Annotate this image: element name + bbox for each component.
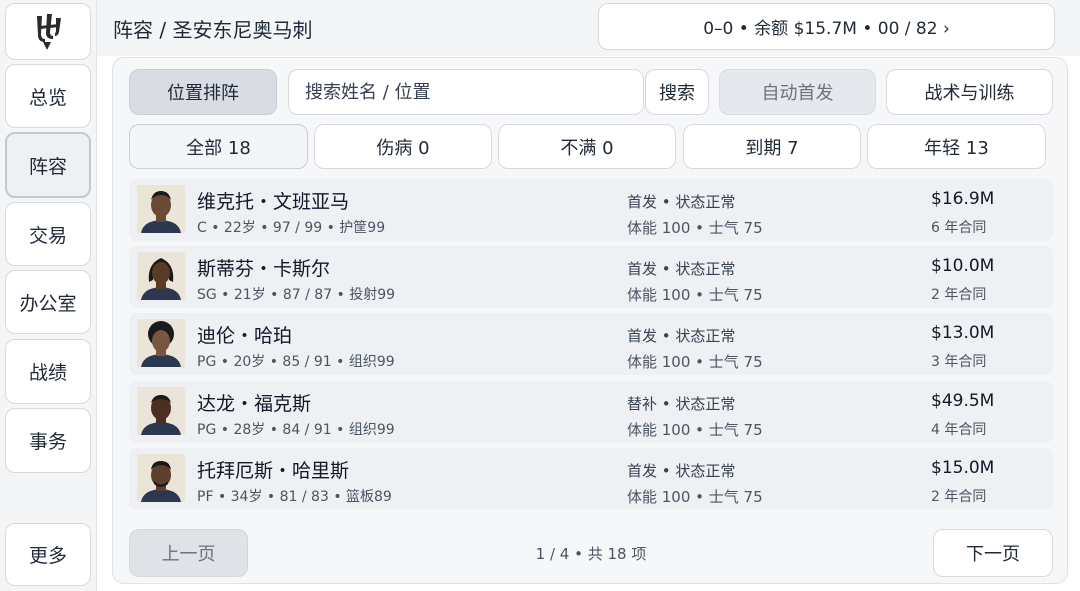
player-contract: 4 年合同 [931, 422, 987, 438]
filter-unhappy-tab[interactable]: 不满 0 [498, 124, 676, 169]
player-condition: 体能 100 • 士气 75 [627, 353, 763, 371]
player-meta: PG • 20岁 • 85 / 91 • 组织99 [197, 354, 395, 370]
player-portrait-icon [137, 387, 185, 435]
player-salary: $15.0M [931, 458, 995, 478]
player-row[interactable]: 迪伦・哈珀 PG • 20岁 • 85 / 91 • 组织99 首发 • 状态正… [129, 313, 1053, 375]
roster-panel: 位置排阵 搜索 自动首发 战术与训练 全部 18 伤病 0 不满 0 到期 7 … [112, 57, 1068, 584]
player-portrait-icon [137, 319, 185, 367]
player-portrait-icon [137, 454, 185, 502]
search-input[interactable] [288, 69, 644, 115]
nav-roster[interactable]: 阵容 [5, 132, 91, 198]
nav-office[interactable]: 办公室 [5, 270, 91, 334]
page-title: 阵容 / 圣安东尼奥马刺 [113, 18, 313, 42]
player-condition: 体能 100 • 士气 75 [627, 219, 763, 237]
player-status: 首发 • 状态正常 [627, 327, 736, 345]
player-portrait-icon [137, 185, 185, 233]
player-salary: $49.5M [931, 391, 995, 411]
season-record-button[interactable]: 0–0 • 余额 $15.7M • 00 / 82 › [598, 3, 1055, 50]
player-avatar [137, 319, 185, 367]
player-salary: $10.0M [931, 256, 995, 276]
nav-overview[interactable]: 总览 [5, 64, 91, 128]
player-name: 维克托・文班亚马 [197, 191, 350, 213]
player-row[interactable]: 托拜厄斯・哈里斯 PF • 34岁 • 81 / 83 • 篮板89 首发 • … [129, 448, 1053, 510]
player-contract: 2 年合同 [931, 287, 987, 303]
player-meta: C • 22岁 • 97 / 99 • 护筐99 [197, 220, 386, 236]
player-status: 替补 • 状态正常 [627, 395, 736, 413]
filter-expiring-tab[interactable]: 到期 7 [683, 124, 861, 169]
player-avatar [137, 387, 185, 435]
player-status: 首发 • 状态正常 [627, 462, 736, 480]
player-condition: 体能 100 • 士气 75 [627, 421, 763, 439]
page-info: 1 / 4 • 共 18 项 [535, 545, 647, 563]
nav-record[interactable]: 战绩 [5, 339, 91, 404]
nav-trade[interactable]: 交易 [5, 202, 91, 266]
player-salary: $16.9M [931, 189, 995, 209]
player-row[interactable]: 斯蒂芬・卡斯尔 SG • 21岁 • 87 / 87 • 投射99 首发 • 状… [129, 246, 1053, 308]
player-name: 托拜厄斯・哈里斯 [197, 460, 350, 482]
player-contract: 6 年合同 [931, 220, 987, 236]
team-logo-button[interactable] [5, 3, 91, 60]
player-condition: 体能 100 • 士气 75 [627, 286, 763, 304]
player-status: 首发 • 状态正常 [627, 260, 736, 278]
player-contract: 3 年合同 [931, 354, 987, 370]
player-meta: PF • 34岁 • 81 / 83 • 篮板89 [197, 489, 392, 505]
player-avatar [137, 252, 185, 300]
sidebar: 总览 阵容 交易 办公室 战绩 事务 更多 [0, 0, 97, 591]
next-page-button[interactable]: 下一页 [933, 529, 1053, 577]
nav-affairs[interactable]: 事务 [5, 408, 91, 473]
auto-start-button[interactable]: 自动首发 [719, 69, 876, 115]
player-row[interactable]: 维克托・文班亚马 C • 22岁 • 97 / 99 • 护筐99 首发 • 状… [129, 179, 1053, 241]
filter-young-tab[interactable]: 年轻 13 [867, 124, 1046, 169]
nav-more[interactable]: 更多 [5, 523, 91, 586]
player-name: 斯蒂芬・卡斯尔 [197, 258, 331, 280]
tactics-training-button[interactable]: 战术与训练 [886, 69, 1053, 115]
filter-injured-tab[interactable]: 伤病 0 [314, 124, 492, 169]
player-condition: 体能 100 • 士气 75 [627, 488, 763, 506]
player-row[interactable]: 达龙・福克斯 PG • 28岁 • 84 / 91 • 组织99 替补 • 状态… [129, 381, 1053, 443]
player-status: 首发 • 状态正常 [627, 193, 736, 211]
player-salary: $13.0M [931, 323, 995, 343]
player-portrait-icon [137, 252, 185, 300]
position-sort-button[interactable]: 位置排阵 [129, 69, 277, 115]
player-name: 达龙・福克斯 [197, 393, 312, 415]
spurs-logo-icon [37, 13, 61, 50]
top-bar: 阵容 / 圣安东尼奥马刺 0–0 • 余额 $15.7M • 00 / 82 › [97, 0, 1080, 56]
player-avatar [137, 185, 185, 233]
player-contract: 2 年合同 [931, 489, 987, 505]
search-button[interactable]: 搜索 [645, 69, 709, 115]
player-avatar [137, 454, 185, 502]
player-name: 迪伦・哈珀 [197, 325, 293, 347]
filter-all-tab[interactable]: 全部 18 [129, 124, 308, 169]
player-meta: SG • 21岁 • 87 / 87 • 投射99 [197, 287, 396, 303]
player-meta: PG • 28岁 • 84 / 91 • 组织99 [197, 422, 395, 438]
